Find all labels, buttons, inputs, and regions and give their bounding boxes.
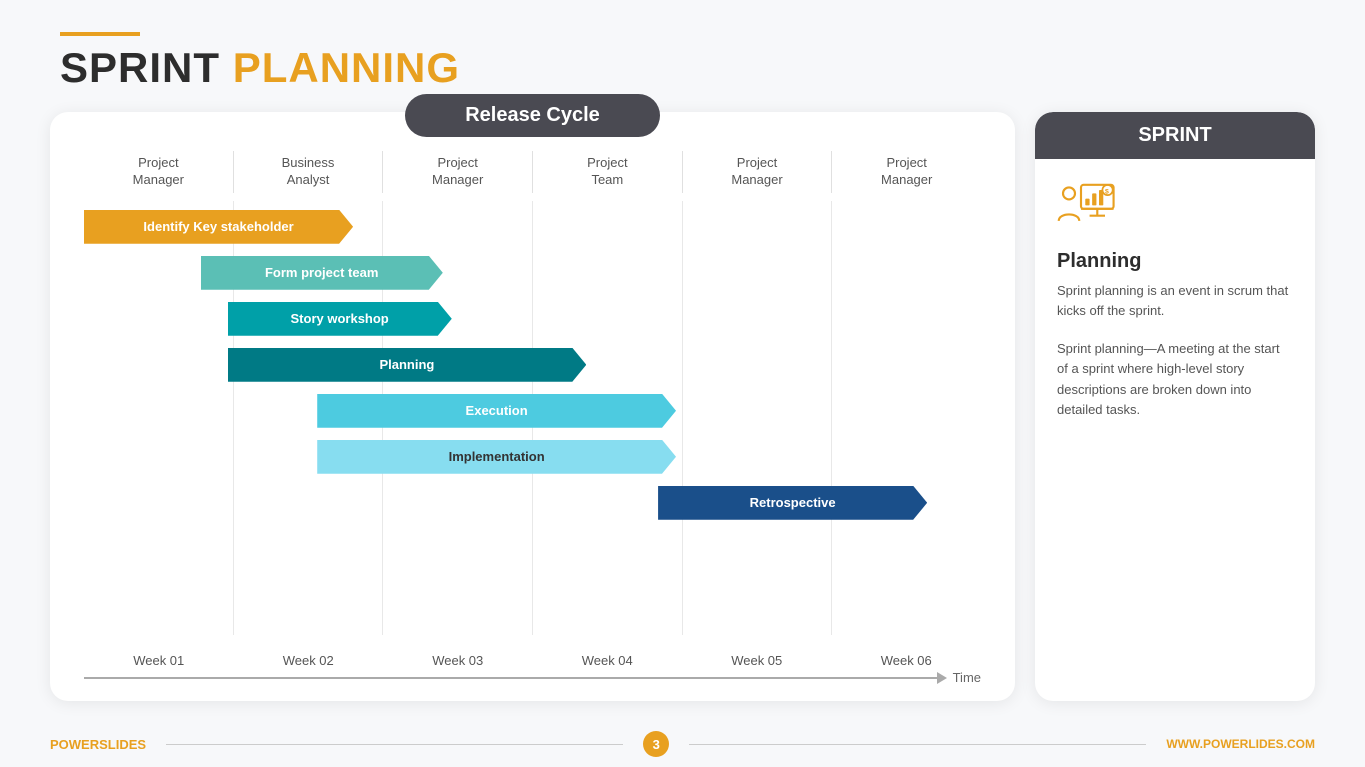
gantt-row-3: Story workshop: [84, 301, 981, 337]
gantt-row-4: Planning: [84, 347, 981, 383]
bar-identify: Identify Key stakeholder: [84, 210, 353, 244]
footer-website: WWW.POWERLIDES.COM: [1166, 737, 1315, 751]
sprint-text-2: Sprint planning—A meeting at the start o…: [1057, 339, 1293, 420]
week-label-3: Week 03: [383, 653, 533, 668]
title-gold: PLANNING: [233, 44, 460, 91]
col-header-3: ProjectManager: [383, 151, 533, 193]
sprint-badge: SPRINT: [1035, 112, 1315, 159]
col-header-5: ProjectManager: [683, 151, 833, 193]
week-label-5: Week 05: [682, 653, 832, 668]
week-label-1: Week 01: [84, 653, 234, 668]
footer-page-number: 3: [643, 731, 669, 757]
sprint-heading: Planning: [1057, 250, 1293, 273]
gantt-row-1: Identify Key stakeholder: [84, 209, 981, 245]
gantt-bars: Identify Key stakeholder Form project te…: [84, 201, 981, 521]
week-label-2: Week 02: [234, 653, 384, 668]
release-panel: Release Cycle ProjectManager BusinessAna…: [50, 112, 1015, 701]
header: SPRINT PLANNING: [0, 0, 1365, 102]
title-black: SPRINT: [60, 44, 220, 91]
bar-form-team: Form project team: [201, 256, 443, 290]
timeline: Time: [74, 670, 991, 685]
brand-black: POWER: [50, 737, 99, 752]
sprint-panel: SPRINT $: [1035, 112, 1315, 701]
gantt-row-2: Form project team: [84, 255, 981, 291]
time-label: Time: [953, 670, 981, 685]
col-header-2: BusinessAnalyst: [234, 151, 384, 193]
release-cycle-badge: Release Cycle: [405, 94, 660, 137]
planning-icon: $: [1057, 183, 1117, 233]
bar-planning: Planning: [228, 348, 587, 382]
footer: POWERSLIDES 3 WWW.POWERLIDES.COM: [0, 721, 1365, 767]
week-label-6: Week 06: [832, 653, 982, 668]
sprint-content: $ Planning Sprint planning is an event i…: [1035, 159, 1315, 701]
brand-gold: SLIDES: [99, 737, 146, 752]
week-labels: Week 01 Week 02 Week 03 Week 04 Week 05 …: [74, 645, 991, 668]
col-header-1: ProjectManager: [84, 151, 234, 193]
gantt-row-5: Execution: [84, 393, 981, 429]
gantt-area: Identify Key stakeholder Form project te…: [74, 201, 991, 635]
bar-retrospective: Retrospective: [658, 486, 927, 520]
timeline-line: [84, 677, 937, 679]
week-label-4: Week 04: [533, 653, 683, 668]
footer-brand: POWERSLIDES: [50, 737, 146, 752]
column-headers: ProjectManager BusinessAnalyst ProjectMa…: [74, 151, 991, 193]
col-header-6: ProjectManager: [832, 151, 981, 193]
bar-execution: Execution: [317, 394, 676, 428]
col-header-4: ProjectTeam: [533, 151, 683, 193]
footer-line-left: [166, 744, 623, 745]
main-content: Release Cycle ProjectManager BusinessAna…: [0, 102, 1365, 721]
bar-implementation: Implementation: [317, 440, 676, 474]
svg-text:$: $: [1105, 188, 1109, 195]
header-accent-line: [60, 32, 140, 36]
footer-line-right: [689, 744, 1146, 745]
page-title: SPRINT PLANNING: [60, 44, 1305, 92]
sprint-text-1: Sprint planning is an event in scrum tha…: [1057, 281, 1293, 321]
timeline-arrow-icon: [937, 672, 947, 684]
bar-story-workshop: Story workshop: [228, 302, 452, 336]
gantt-row-7: Retrospective: [84, 485, 981, 521]
gantt-row-6: Implementation: [84, 439, 981, 475]
